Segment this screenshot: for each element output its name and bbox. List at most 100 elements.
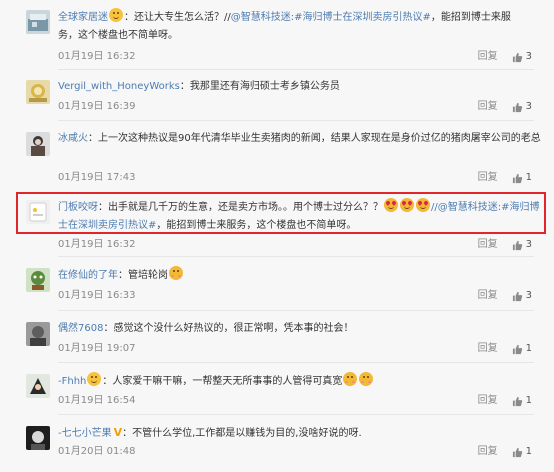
avatar[interactable] bbox=[26, 268, 50, 292]
like-count: 3 bbox=[525, 51, 532, 62]
comment-time: 01月19日 16:33 bbox=[58, 290, 136, 301]
thumbs-up-icon bbox=[512, 396, 523, 407]
comment-username[interactable]: 偶然7608 bbox=[58, 323, 103, 334]
avatar[interactable] bbox=[26, 426, 50, 450]
like-button[interactable]: 3 bbox=[512, 238, 532, 252]
comment-time: 01月19日 16:54 bbox=[58, 395, 136, 406]
avatar[interactable] bbox=[26, 132, 50, 156]
divider bbox=[58, 69, 534, 70]
reply-button[interactable]: 回复 bbox=[478, 394, 498, 408]
like-count: 3 bbox=[525, 290, 532, 301]
comment-actions: 回复 3 bbox=[478, 238, 532, 252]
comment-item: 在修仙的了年：管培轮岗 01月19日 16:33 回复 3 bbox=[20, 266, 554, 311]
comment-content: 全球家居迷 ：还让大专生怎么活？//@智慧科技迷:#海归博士在深圳卖房引热议#，能… bbox=[58, 8, 514, 45]
comment-text: 出手就是几千万的生意，还是卖方市场。。用个博士过分么？？ bbox=[108, 202, 383, 213]
avatar[interactable] bbox=[26, 10, 50, 34]
avatar[interactable] bbox=[26, 80, 50, 104]
comment-content: -Fhhh ：人家爱干嘛干嘛，一帮整天无所事事的人管得可真宽 bbox=[58, 372, 530, 391]
comment-username[interactable]: -Fhhh bbox=[58, 376, 86, 387]
comment-colon: ： bbox=[124, 12, 134, 23]
comment-time: 01月19日 16:32 bbox=[58, 51, 136, 62]
comment-username[interactable]: 冰咸火 bbox=[58, 133, 88, 144]
like-button[interactable]: 3 bbox=[512, 289, 532, 303]
comment-content: 冰咸火：上一次这种热议是90年代清华毕业生卖猪肉的新闻，结果人家现在是身价过亿的… bbox=[58, 130, 544, 148]
like-count: 1 bbox=[525, 172, 532, 183]
comment-content: Vergil_with_HoneyWorks：我那里还有海归硕士考乡镇公务员 bbox=[58, 78, 530, 96]
comment-text: 还让大专生怎么活？// bbox=[134, 12, 231, 23]
comment-actions: 回复 1 bbox=[478, 394, 532, 408]
comment-time: 01月20日 01:48 bbox=[58, 446, 136, 457]
comment-colon: ： bbox=[118, 270, 128, 281]
comment-list: 全球家居迷 ：还让大专生怎么活？//@智慧科技迷:#海归博士在深圳卖房引热议#，能… bbox=[20, 0, 554, 472]
comment-actions: 回复 1 bbox=[478, 342, 532, 356]
comment-username[interactable]: 门板咬呀 bbox=[58, 202, 98, 213]
reply-button[interactable]: 回复 bbox=[478, 445, 498, 459]
thumbs-up-icon bbox=[512, 240, 523, 251]
avatar[interactable] bbox=[26, 200, 50, 224]
like-count: 1 bbox=[525, 343, 532, 354]
thumbs-up-icon bbox=[512, 102, 523, 113]
divider bbox=[58, 362, 534, 363]
comment-text: 不管什么学位,工作都是以赚钱为目的,没啥好说的呀. bbox=[132, 428, 362, 439]
like-button[interactable]: 1 bbox=[512, 445, 532, 459]
divider bbox=[58, 414, 534, 415]
reply-button[interactable]: 回复 bbox=[478, 289, 498, 303]
divider bbox=[58, 120, 534, 121]
comment-text: ，能招到博士来服务，这个楼盘也不简单呀。 bbox=[156, 220, 357, 231]
heart-eyes-emoji-icon bbox=[416, 198, 430, 212]
comment-colon: ： bbox=[102, 376, 113, 387]
comment-time: 01月19日 17:43 bbox=[58, 172, 136, 183]
thumbs-up-icon bbox=[512, 291, 523, 302]
comment-actions: 回复 1 bbox=[478, 171, 532, 185]
heart-eyes-emoji-icon bbox=[384, 198, 398, 212]
comment-text: 人家爱干嘛干嘛，一帮整天无所事事的人管得可真宽 bbox=[112, 376, 343, 387]
avatar[interactable] bbox=[26, 374, 50, 398]
comment-username[interactable]: Vergil_with_HoneyWorks bbox=[58, 81, 180, 92]
reply-button[interactable]: 回复 bbox=[478, 50, 498, 64]
like-count: 3 bbox=[525, 239, 532, 250]
heart-eyes-emoji-icon bbox=[400, 198, 414, 212]
comment-time: 01月19日 19:07 bbox=[58, 343, 136, 354]
comment-actions: 回复 3 bbox=[478, 50, 532, 64]
like-button[interactable]: 3 bbox=[512, 50, 532, 64]
comment-text: 感觉这个没什么好热议的，很正常啊，凭本事的社会！ bbox=[113, 323, 354, 334]
comment-content: 门板咬呀：出手就是几千万的生意，还是卖方市场。。用个博士过分么？？//@智慧科技… bbox=[58, 198, 546, 235]
comment-time: 01月19日 16:39 bbox=[58, 101, 136, 112]
like-button[interactable]: 3 bbox=[512, 100, 532, 114]
like-count: 1 bbox=[525, 395, 532, 406]
comment-item: 偶然7608：感觉这个没什么好热议的，很正常啊，凭本事的社会！ 01月19日 1… bbox=[20, 320, 554, 363]
comment-username[interactable]: 全球家居迷 bbox=[58, 12, 108, 23]
like-button[interactable]: 1 bbox=[512, 342, 532, 356]
comment-time: 01月19日 16:32 bbox=[58, 239, 136, 250]
comment-username[interactable]: 在修仙的了年 bbox=[58, 270, 118, 281]
comment-content: 在修仙的了年：管培轮岗 bbox=[58, 266, 530, 285]
divider bbox=[58, 256, 534, 257]
avatar[interactable] bbox=[26, 322, 50, 346]
comment-colon: ： bbox=[122, 428, 133, 439]
comment-colon: ： bbox=[88, 133, 98, 144]
blush-emoji-icon bbox=[343, 372, 358, 386]
reply-button[interactable]: 回复 bbox=[478, 171, 498, 185]
reply-button[interactable]: 回复 bbox=[478, 238, 498, 252]
reply-button[interactable]: 回复 bbox=[478, 342, 498, 356]
comment-username[interactable]: -七七小芒果 bbox=[58, 428, 112, 439]
divider bbox=[58, 310, 534, 311]
like-count: 3 bbox=[525, 101, 532, 112]
comment-content: 偶然7608：感觉这个没什么好热议的，很正常啊，凭本事的社会！ bbox=[58, 320, 530, 338]
comment-actions: 回复 3 bbox=[478, 100, 532, 114]
comment-item: 全球家居迷 ：还让大专生怎么活？//@智慧科技迷:#海归博士在深圳卖房引热议#，能… bbox=[20, 6, 554, 70]
comment-item: -Fhhh ：人家爱干嘛干嘛，一帮整天无所事事的人管得可真宽 01月19日 16:… bbox=[20, 372, 554, 415]
comment-item: -七七小芒果 V：不管什么学位,工作都是以赚钱为目的,没啥好说的呀. 01月20日… bbox=[20, 424, 554, 464]
comment-actions: 回复 3 bbox=[478, 289, 532, 303]
comment-item-highlighted: 门板咬呀：出手就是几千万的生意，还是卖方市场。。用个博士过分么？？//@智慧科技… bbox=[20, 198, 554, 257]
comment-colon: ： bbox=[98, 202, 108, 213]
comment-text: 上一次这种热议是90年代清华毕业生卖猪肉的新闻，结果人家现在是身价过亿的猪肉屠宰… bbox=[98, 133, 541, 144]
reply-button[interactable]: 回复 bbox=[478, 100, 498, 114]
like-button[interactable]: 1 bbox=[512, 394, 532, 408]
like-button[interactable]: 1 bbox=[512, 171, 532, 185]
comment-actions: 回复 1 bbox=[478, 445, 532, 459]
comment-topic-link[interactable]: @智慧科技迷:#海归博士在深圳卖房引热议# bbox=[231, 12, 431, 23]
smile-emoji-icon bbox=[109, 8, 123, 22]
blush-emoji-icon bbox=[169, 266, 183, 280]
comment-item: Vergil_with_HoneyWorks：我那里还有海归硕士考乡镇公务员 0… bbox=[20, 78, 554, 121]
